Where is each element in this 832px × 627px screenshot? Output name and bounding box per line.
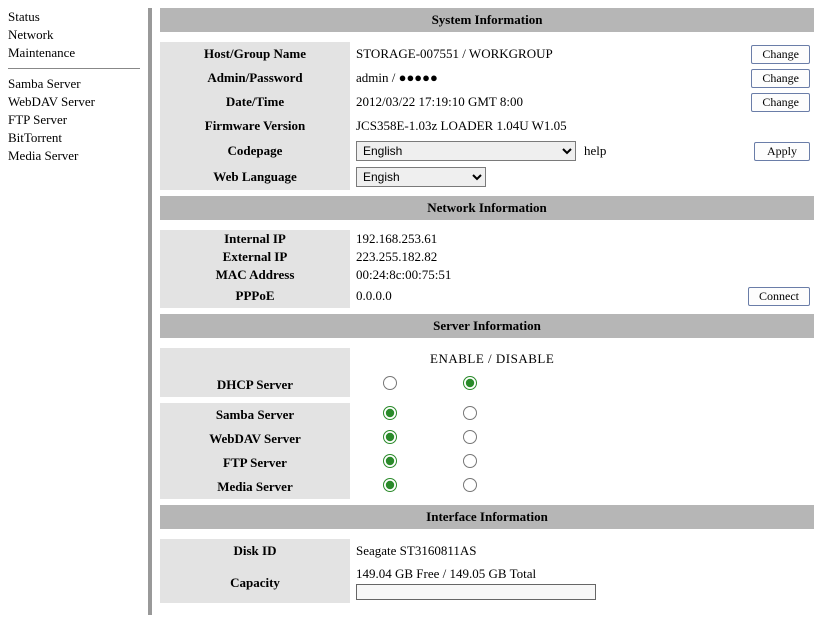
- date-time-label: Date/Time: [160, 90, 350, 114]
- sidebar-item-samba[interactable]: Samba Server: [8, 75, 140, 93]
- dhcp-label: DHCP Server: [160, 373, 350, 397]
- apply-codepage-button[interactable]: Apply: [754, 142, 810, 161]
- codepage-select[interactable]: English: [356, 141, 576, 161]
- capacity-label: Capacity: [160, 563, 350, 603]
- main-content: System Information Host/Group Name STORA…: [160, 8, 832, 615]
- samba-label: Samba Server: [160, 403, 350, 427]
- sidebar-divider: [8, 68, 140, 69]
- codepage-label: Codepage: [160, 138, 350, 164]
- webdav-disable-radio[interactable]: [463, 430, 477, 444]
- enable-disable-header: ENABLE / DISABLE: [430, 351, 554, 366]
- dhcp-enable-radio[interactable]: [383, 376, 397, 390]
- media-disable-radio[interactable]: [463, 478, 477, 492]
- sidebar-item-media[interactable]: Media Server: [8, 147, 140, 165]
- codepage-help: help: [584, 143, 606, 159]
- interface-table: Disk ID Seagate ST3160811AS Capacity 149…: [160, 539, 814, 603]
- capacity-bar: [356, 584, 596, 600]
- ftp-label: FTP Server: [160, 451, 350, 475]
- pppoe-value: 0.0.0.0: [350, 284, 734, 308]
- firmware-value: JCS358E-1.03z LOADER 1.04U W1.05: [350, 114, 814, 138]
- host-group-label: Host/Group Name: [160, 42, 350, 66]
- disk-id-value: Seagate ST3160811AS: [350, 539, 814, 563]
- webdav-enable-radio[interactable]: [383, 430, 397, 444]
- admin-password-value: admin / ●●●●●: [350, 66, 734, 90]
- sidebar-item-webdav[interactable]: WebDAV Server: [8, 93, 140, 111]
- internal-ip-label: Internal IP: [160, 230, 350, 248]
- dhcp-disable-radio[interactable]: [463, 376, 477, 390]
- ftp-disable-radio[interactable]: [463, 454, 477, 468]
- sidebar-item-ftp[interactable]: FTP Server: [8, 111, 140, 129]
- server-table-services: Samba Server WebDAV Server FTP Server Me…: [160, 403, 814, 499]
- mediasrv-label: Media Server: [160, 475, 350, 499]
- admin-password-label: Admin/Password: [160, 66, 350, 90]
- internal-ip-value: 192.168.253.61: [350, 230, 814, 248]
- firmware-label: Firmware Version: [160, 114, 350, 138]
- ftp-enable-radio[interactable]: [383, 454, 397, 468]
- mac-label: MAC Address: [160, 266, 350, 284]
- sidebar-item-maintenance[interactable]: Maintenance: [8, 44, 140, 62]
- section-header-system: System Information: [160, 8, 814, 32]
- sidebar-item-bittorrent[interactable]: BitTorrent: [8, 129, 140, 147]
- external-ip-value: 223.255.182.82: [350, 248, 814, 266]
- pppoe-label: PPPoE: [160, 284, 350, 308]
- section-header-server: Server Information: [160, 314, 814, 338]
- capacity-value: 149.04 GB Free / 149.05 GB Total: [350, 563, 814, 584]
- webdav-label: WebDAV Server: [160, 427, 350, 451]
- samba-enable-radio[interactable]: [383, 406, 397, 420]
- change-admin-button[interactable]: Change: [751, 69, 810, 88]
- connect-pppoe-button[interactable]: Connect: [748, 287, 810, 306]
- media-enable-radio[interactable]: [383, 478, 397, 492]
- server-table-dhcp: ENABLE / DISABLE DHCP Server: [160, 348, 814, 397]
- system-table: Host/Group Name STORAGE-007551 / WORKGRO…: [160, 42, 814, 190]
- host-group-value: STORAGE-007551 / WORKGROUP: [350, 42, 734, 66]
- change-date-button[interactable]: Change: [751, 93, 810, 112]
- date-time-value: 2012/03/22 17:19:10 GMT 8:00: [350, 90, 734, 114]
- section-header-interface: Interface Information: [160, 505, 814, 529]
- vertical-divider: [148, 8, 152, 615]
- weblang-select[interactable]: Engish: [356, 167, 486, 187]
- external-ip-label: External IP: [160, 248, 350, 266]
- network-table: Internal IP 192.168.253.61 External IP 2…: [160, 230, 814, 308]
- sidebar: Status Network Maintenance Samba Server …: [8, 8, 148, 615]
- section-header-network: Network Information: [160, 196, 814, 220]
- disk-id-label: Disk ID: [160, 539, 350, 563]
- mac-value: 00:24:8c:00:75:51: [350, 266, 814, 284]
- weblang-label: Web Language: [160, 164, 350, 190]
- sidebar-item-status[interactable]: Status: [8, 8, 140, 26]
- samba-disable-radio[interactable]: [463, 406, 477, 420]
- change-host-button[interactable]: Change: [751, 45, 810, 64]
- sidebar-item-network[interactable]: Network: [8, 26, 140, 44]
